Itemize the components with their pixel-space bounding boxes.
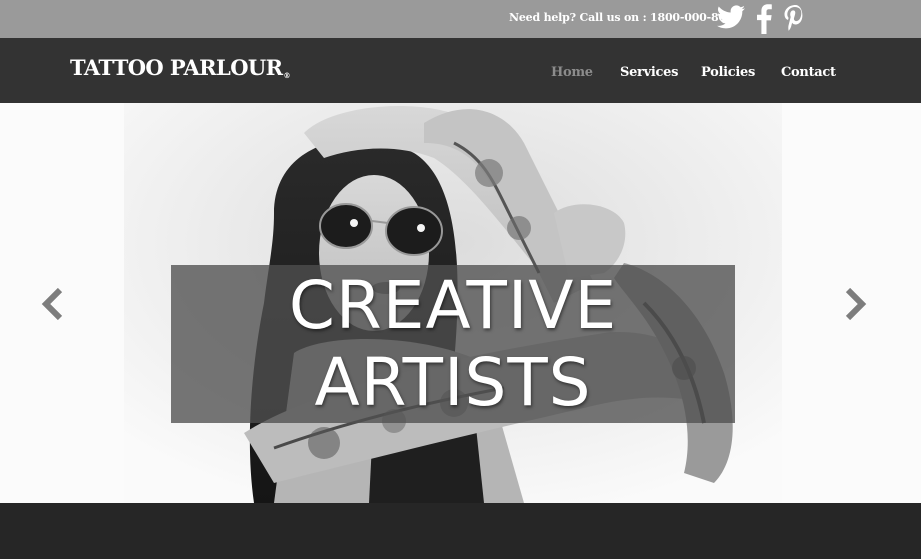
chevron-right-icon[interactable]	[842, 287, 868, 324]
main-navbar: TATTOO PARLOUR® Home Services Policies C…	[0, 38, 921, 103]
hero-caption: CREATIVE ARTISTS	[171, 265, 735, 423]
footer-band	[0, 503, 921, 559]
chevron-left-icon[interactable]	[40, 287, 66, 324]
nav-home[interactable]: Home	[551, 65, 593, 80]
twitter-icon[interactable]	[716, 5, 746, 35]
caption-line-1: CREATIVE	[288, 267, 618, 344]
nav-services[interactable]: Services	[620, 65, 678, 80]
top-utility-bar: Need help? Call us on : 1800-000-8080	[0, 0, 921, 38]
caption-line-2: ARTISTS	[314, 344, 592, 421]
facebook-icon[interactable]	[756, 4, 772, 38]
hero-slider: CREATIVE ARTISTS	[0, 103, 921, 503]
nav-policies[interactable]: Policies	[701, 65, 755, 80]
help-phone-text: Need help? Call us on : 1800-000-8080	[509, 11, 741, 24]
site-logo[interactable]: TATTOO PARLOUR®	[70, 55, 291, 80]
registered-mark: ®	[283, 71, 290, 80]
logo-text: TATTOO PARLOUR	[70, 55, 283, 80]
nav-contact[interactable]: Contact	[781, 65, 836, 80]
pinterest-icon[interactable]	[783, 4, 807, 38]
